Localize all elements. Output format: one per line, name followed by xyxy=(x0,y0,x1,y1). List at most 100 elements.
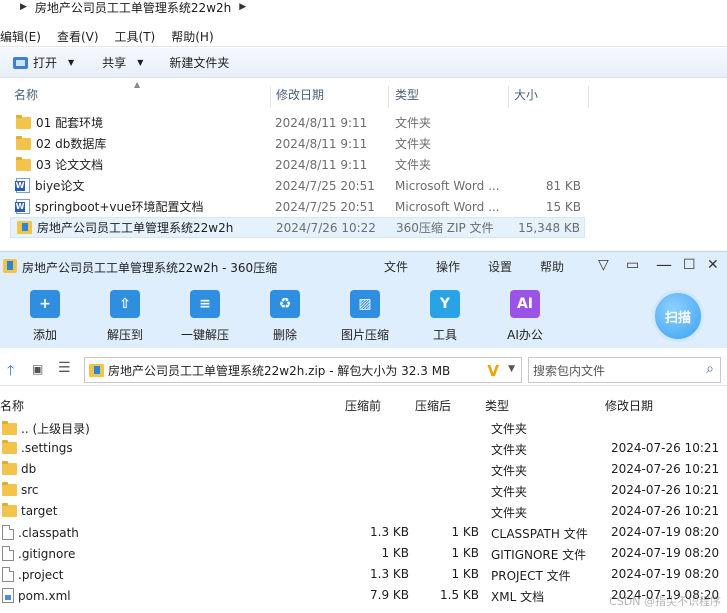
entry-type: 文件夹 xyxy=(491,485,528,499)
entry-date: 2024-07-19 08:20 xyxy=(611,567,720,581)
tool-image-compress-button[interactable]: ▨ 图片压缩 xyxy=(320,290,410,343)
column-size[interactable]: 大小 xyxy=(514,86,538,103)
folder-icon xyxy=(2,461,17,475)
archive-entry-name: .settings xyxy=(2,440,73,455)
file-name: 房地产公司员工工单管理系统22w2h xyxy=(17,219,233,236)
tool-ai-office-button[interactable]: AI AI办公 xyxy=(480,290,570,343)
column-name[interactable]: 名称 xyxy=(0,397,24,414)
archive-row[interactable]: .. (上级目录) 文件夹 xyxy=(0,417,727,438)
file-name-text: 02 db数据库 xyxy=(36,137,107,151)
column-date[interactable]: 修改日期 xyxy=(276,86,324,103)
column-date[interactable]: 修改日期 xyxy=(605,397,653,414)
archive-row[interactable]: src 文件夹 2024-07-26 10:21 xyxy=(0,480,727,501)
column-headers: 名称 ▲ 修改日期 类型 大小 xyxy=(0,80,727,108)
open-label: 打开 xyxy=(33,56,58,70)
file-name: biye论文 xyxy=(15,177,85,194)
delete-icon: ♻ xyxy=(270,290,300,318)
file-size: 15 KB xyxy=(545,199,581,214)
up-arrow-icon[interactable]: 🡑 xyxy=(7,360,14,384)
new-folder-label: 新建文件夹 xyxy=(169,56,230,70)
maximize-button[interactable]: ☐ xyxy=(683,257,696,273)
archive-row[interactable]: .settings 文件夹 2024-07-26 10:21 xyxy=(0,438,727,459)
menu-help[interactable]: 帮助 xyxy=(540,258,564,275)
menu-edit[interactable]: 编辑(E) xyxy=(0,28,49,45)
menu-settings[interactable]: 设置 xyxy=(488,258,512,275)
new-folder-button[interactable]: 新建文件夹 xyxy=(160,51,238,75)
archive-entry-name: src xyxy=(2,482,39,497)
window-title: 房地产公司员工工单管理系统22w2h - 360压缩 xyxy=(22,261,278,275)
tool-label: 工具 xyxy=(432,328,457,342)
image-compress-icon: ▨ xyxy=(350,290,380,318)
zip-archive-icon xyxy=(17,221,32,234)
entry-type: 文件夹 xyxy=(491,506,528,520)
tool-delete-button[interactable]: ♻ 删除 xyxy=(240,290,330,343)
zip-toolbar: 扫描 + 添加 ⇧ 解压到 ≡ 一键解压 ♻ 删除 ▨ 图片压缩 Y 工具 AI AI办公 xyxy=(0,280,727,348)
column-type[interactable]: 类型 xyxy=(395,86,419,103)
file-date: 2024/7/25 20:51 xyxy=(275,199,375,214)
breadcrumb-current[interactable]: 房地产公司员工工单管理系统22w2h xyxy=(35,0,231,16)
archive-row[interactable]: .project 1.3 KB 1 KB PROJECT 文件 2024-07-19 0… xyxy=(0,564,727,585)
open-button[interactable]: 打开 ▼ xyxy=(4,51,83,75)
list-view-icon[interactable]: ☰ xyxy=(58,360,71,376)
archive-row[interactable]: target 文件夹 2024-07-26 10:21 xyxy=(0,501,727,522)
archive-entry-name: .. (上级目录) xyxy=(2,420,90,437)
tool-add-button[interactable]: + 添加 xyxy=(0,290,90,343)
feedback-icon[interactable]: ▭ xyxy=(626,257,639,273)
file-name: 02 db数据库 xyxy=(16,135,106,152)
share-label: 共享 xyxy=(102,56,127,70)
minimize-button[interactable]: — xyxy=(656,255,672,274)
size-after: 1 KB xyxy=(451,525,479,539)
file-name-text: biye论文 xyxy=(35,179,85,193)
chevron-down-icon: ▼ xyxy=(137,58,144,67)
column-type[interactable]: 类型 xyxy=(485,397,509,414)
chevron-right-icon[interactable]: ▶ xyxy=(239,2,246,12)
menu-view[interactable]: 查看(V) xyxy=(49,28,107,45)
file-name-text: 房地产公司员工工单管理系统22w2h xyxy=(37,221,234,235)
folder-icon xyxy=(2,440,17,454)
entry-date: 2024-07-26 10:21 xyxy=(611,504,720,518)
address-bar[interactable]: ▶ 房地产公司员工工单管理系统22w2h ▶ xyxy=(0,0,727,16)
archive-entry-text: target xyxy=(21,504,58,518)
view-icon[interactable]: ▣ xyxy=(32,362,43,376)
column-name[interactable]: 名称 xyxy=(14,86,38,103)
archive-row[interactable]: .gitignore 1 KB 1 KB GITIGNORE 文件 2024-07-19… xyxy=(0,543,727,564)
skin-icon[interactable]: ▽ xyxy=(598,257,609,273)
open-icon xyxy=(13,56,28,69)
close-button[interactable]: ✕ xyxy=(707,257,719,273)
menu-operation[interactable]: 操作 xyxy=(436,258,460,275)
archive-path-field[interactable]: 房地产公司员工工单管理系统22w2h.zip - 解包大小为 32.3 MB V… xyxy=(84,357,522,383)
entry-type: CLASSPATH 文件 xyxy=(491,527,588,541)
chevron-right-icon[interactable]: ▶ xyxy=(20,2,27,12)
tool-tools-button[interactable]: Y 工具 xyxy=(400,290,490,343)
file-row[interactable]: springboot+vue环境配置文档 2024/7/25 20:51 Micro… xyxy=(10,196,585,217)
scan-button[interactable]: 扫描 xyxy=(652,290,704,342)
file-row[interactable]: 03 论文文档 2024/8/11 9:11 文件夹 xyxy=(10,154,585,175)
archive-row[interactable]: db 文件夹 2024-07-26 10:21 xyxy=(0,459,727,480)
chevron-down-icon[interactable]: ▼ xyxy=(508,364,515,374)
menu-file[interactable]: 文件 xyxy=(384,258,408,275)
column-before[interactable]: 压缩前 xyxy=(345,397,381,414)
file-type: 文件夹 xyxy=(395,158,432,172)
share-button[interactable]: 共享 ▼ xyxy=(93,51,152,75)
search-icon[interactable]: ⌕ xyxy=(706,361,714,377)
word-doc-icon xyxy=(15,178,30,193)
file-row[interactable]: 01 配套环境 2024/8/11 9:11 文件夹 xyxy=(10,112,585,133)
menu-help[interactable]: 帮助(H) xyxy=(163,28,221,45)
folder-icon xyxy=(16,135,31,150)
file-row[interactable]: 02 db数据库 2024/8/11 9:11 文件夹 xyxy=(10,133,585,154)
tool-extract-to-button[interactable]: ⇧ 解压到 xyxy=(80,290,170,343)
archive-row[interactable]: .classpath 1.3 KB 1 KB CLASSPATH 文件 2024-07-… xyxy=(0,522,727,543)
column-after[interactable]: 压缩后 xyxy=(415,397,451,414)
file-row[interactable]: 房地产公司员工工单管理系统22w2h 2024/7/26 10:22 360压缩 Z… xyxy=(10,217,585,238)
menu-tools[interactable]: 工具(T) xyxy=(107,28,164,45)
archive-entry-text: .gitignore xyxy=(18,546,76,561)
folder-icon xyxy=(16,114,31,129)
search-input[interactable]: 搜索包内文件 ⌕ xyxy=(528,357,721,383)
entry-date: 2024-07-19 08:20 xyxy=(611,546,720,560)
size-after: 1 KB xyxy=(451,567,479,581)
verified-check-icon[interactable]: V xyxy=(487,362,499,380)
archive-entry-name: .project xyxy=(2,567,63,582)
entry-type: XML 文档 xyxy=(491,590,545,604)
tool-one-click-extract-button[interactable]: ≡ 一键解压 xyxy=(160,290,250,343)
file-row[interactable]: biye论文 2024/7/25 20:51 Microsoft Word ... 8… xyxy=(10,175,585,196)
